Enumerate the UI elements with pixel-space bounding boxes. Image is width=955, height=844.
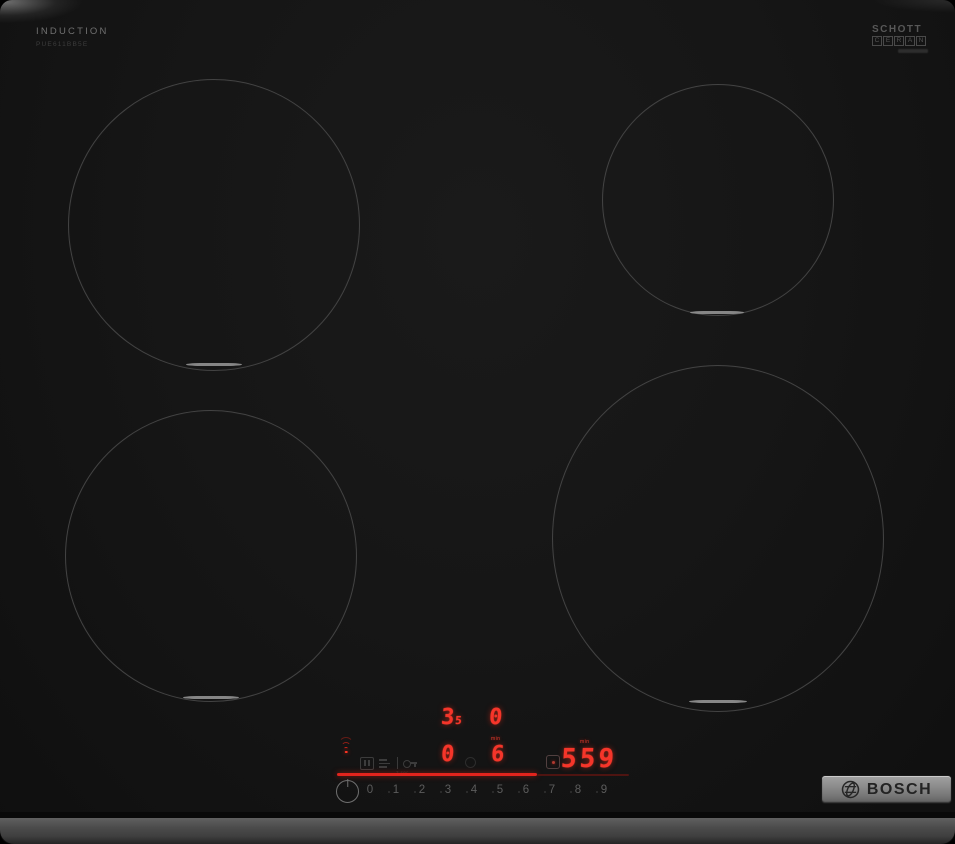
level-key-2[interactable]: 2 [414, 784, 430, 796]
home-connect-wifi-icon [338, 741, 354, 753]
level-key-4[interactable]: 4 [466, 784, 482, 796]
induction-hob: INDUCTION PUE611BB5E SCHOTT C E R A N 3 … [0, 0, 955, 844]
cooking-zone-rear-left [68, 79, 360, 371]
level-key-7[interactable]: 7 [544, 784, 560, 796]
level-key-1[interactable]: 1 [388, 784, 404, 796]
schott-ceran-logo: SCHOTT C E R A N [872, 24, 934, 53]
half-step-digit: 5 [455, 714, 463, 727]
ceran-letter: N [916, 36, 926, 46]
corner-reflection [0, 0, 120, 46]
timer-display: 559 [560, 746, 618, 772]
zone-mark-front-right [689, 700, 747, 703]
cooking-zone-rear-right [602, 84, 834, 316]
ceran-wordmark: C E R A N [872, 36, 934, 46]
pause-icon[interactable] [360, 757, 374, 770]
pan-detection-icon [465, 757, 476, 768]
level-key-5[interactable]: 5 [492, 784, 508, 796]
display-rear-left: 35 [440, 706, 463, 733]
ceran-letter: A [905, 36, 915, 46]
power-icon [347, 779, 349, 787]
zone-mark-rear-left [186, 363, 242, 366]
display-front-right: 6 [490, 743, 505, 767]
bosch-badge: BOSCH [822, 776, 951, 803]
power-button[interactable] [336, 780, 359, 803]
induction-type-label: INDUCTION [36, 26, 109, 37]
model-number-label: PUE611BB5E [36, 41, 88, 48]
display-rear-right: 0 [488, 706, 503, 730]
child-lock-icon[interactable] [403, 758, 417, 769]
level-key-6[interactable]: 6 [518, 784, 534, 796]
front-metal-trim [0, 818, 955, 844]
ceran-letter: R [894, 36, 904, 46]
bosch-symbol-icon [841, 780, 860, 799]
ceran-letter: E [883, 36, 893, 46]
level-slider-lit-segment[interactable] [337, 773, 537, 776]
timer-button[interactable] [546, 755, 560, 769]
level-slider-dim-segment[interactable] [537, 774, 629, 776]
level-key-0[interactable]: 0 [362, 784, 378, 796]
level-key-8[interactable]: 8 [570, 784, 586, 796]
ceran-letter: C [872, 36, 882, 46]
schott-subtext-blur [898, 49, 928, 53]
bosch-wordmark: BOSCH [867, 781, 932, 799]
zone-mark-rear-right [690, 311, 744, 314]
pan-transfer-icon[interactable] [379, 758, 392, 768]
cooking-zone-front-left [65, 410, 357, 702]
level-key-3[interactable]: 3 [440, 784, 456, 796]
key-divider [397, 757, 398, 769]
zone-mark-front-left [183, 696, 239, 699]
cooking-zone-front-right [552, 365, 884, 712]
display-front-left: 0 [440, 743, 455, 767]
schott-wordmark: SCHOTT [872, 24, 934, 35]
level-key-9[interactable]: 9 [596, 784, 612, 796]
